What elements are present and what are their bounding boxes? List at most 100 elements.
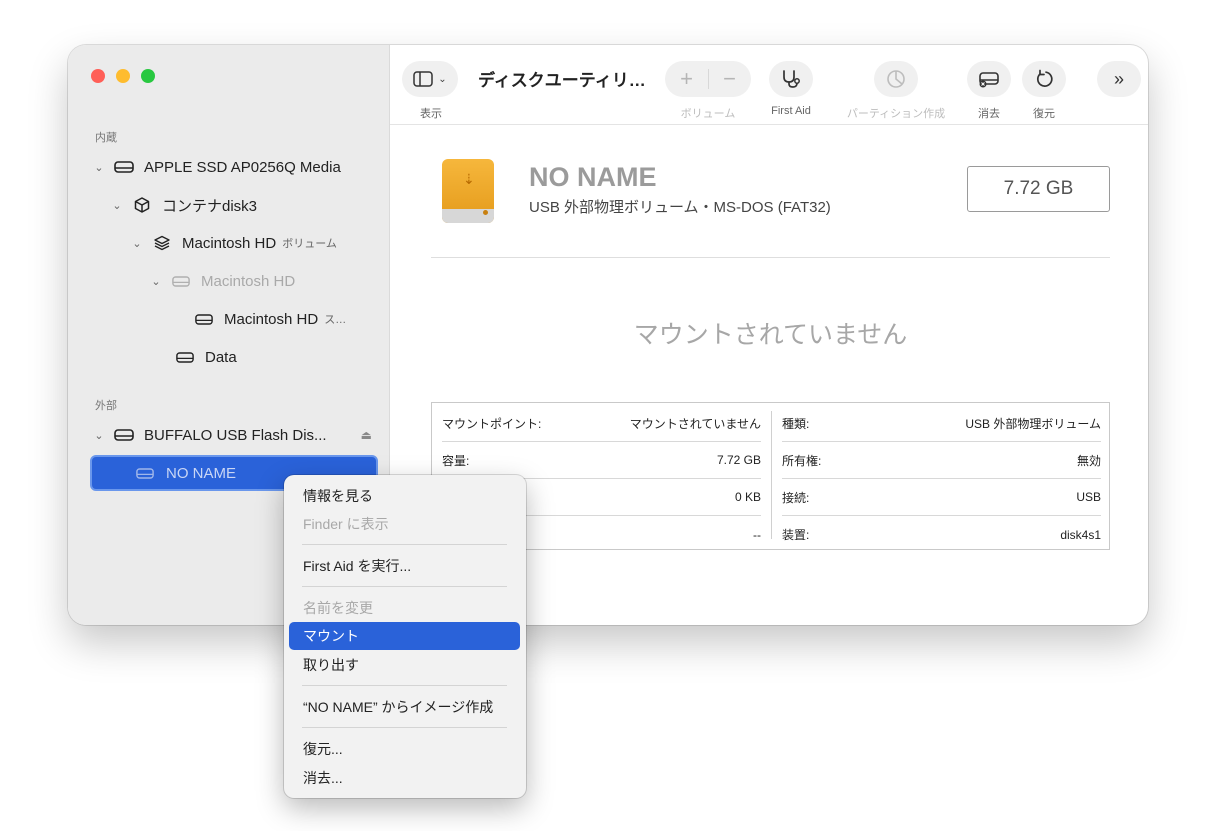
sidebar-view-button[interactable]: ⌄ [402, 61, 458, 97]
double-chevron-right-icon: » [1113, 68, 1124, 89]
usb-symbol-icon: ⇣ [463, 171, 475, 187]
info-value: 7.72 GB [716, 453, 761, 467]
hard-drive-icon [175, 349, 195, 365]
volume-name: NO NAME [529, 162, 657, 192]
chevron-down-icon[interactable]: ⌄ [92, 161, 106, 174]
menu-item-restore[interactable]: 復元... [289, 735, 520, 763]
erase-button[interactable] [967, 61, 1011, 97]
chevron-down-icon[interactable]: ⌄ [92, 429, 106, 442]
context-menu: 情報を見る Finder に表示 First Aid を実行... 名前を変更 … [284, 475, 526, 798]
info-key: 容量: [442, 453, 470, 468]
volume-stack-icon [152, 235, 172, 251]
info-key: 接続: [782, 490, 810, 505]
sidebar-item-apple-ssd[interactable]: ⌄ APPLE SSD AP0256Q Media [92, 150, 382, 184]
sidebar-item-buffalo[interactable]: ⌄ BUFFALO USB Flash Dis... ⏏ [92, 418, 382, 452]
first-aid-label: First Aid [771, 105, 811, 117]
info-key: マウントポイント: [442, 416, 542, 431]
info-value: 無効 [1076, 453, 1101, 468]
sidebar-item-label: APPLE SSD AP0256Q Media [144, 158, 341, 176]
toolbar: ⌄ 表示 ディスクユーティリ… + − ボリューム First Aid パーティ… [390, 45, 1148, 125]
close-window-button[interactable] [91, 69, 105, 83]
chevron-down-icon[interactable]: ⌄ [149, 275, 163, 288]
chevron-down-icon[interactable]: ⌄ [110, 199, 124, 212]
info-key: 所有権: [782, 453, 822, 468]
sidebar-item-macintosh-hd-volumes[interactable]: ⌄ Macintosh HD ボリューム [130, 226, 385, 260]
sidebar-item-data[interactable]: Data [175, 340, 375, 374]
menu-item-get-info[interactable]: 情報を見る [289, 482, 520, 510]
window-title: ディスクユーティリ… [478, 71, 646, 90]
hard-drive-icon [194, 311, 214, 327]
info-key: 装置: [782, 528, 810, 542]
first-aid-button[interactable] [769, 61, 813, 97]
menu-item-show-in-finder[interactable]: Finder に表示 [289, 510, 520, 538]
info-key: 種類: [782, 416, 810, 431]
volume-label: ボリューム [680, 108, 736, 120]
volume-button-group: + − [665, 61, 751, 97]
info-row: 種類: USB 外部物理ボリューム [782, 405, 1101, 442]
info-row: 接続: USB [782, 479, 1101, 516]
info-value: USB [1076, 490, 1101, 504]
info-value: USB 外部物理ボリューム [965, 416, 1101, 431]
volume-description: USB 外部物理ボリューム・MS-DOS (FAT32) [529, 199, 831, 216]
sidebar-item-macintosh-hd-sub[interactable]: Macintosh HD ス… [194, 302, 384, 336]
info-table: マウントポイント: マウントされていません 容量: 7.72 GB 0 KB -… [431, 402, 1110, 550]
zoom-window-button[interactable] [141, 69, 155, 83]
menu-separator [302, 586, 507, 587]
plus-icon[interactable]: + [666, 66, 708, 92]
info-value: -- [753, 527, 761, 542]
container-cube-icon [132, 197, 152, 213]
info-row: 装置: disk4s1 [782, 516, 1101, 553]
restore-button[interactable] [1022, 61, 1066, 97]
minimize-window-button[interactable] [116, 69, 130, 83]
info-value: 0 KB [734, 490, 761, 504]
menu-item-mount[interactable]: マウント [289, 622, 520, 650]
disk-utility-window: 内蔵 ⌄ APPLE SSD AP0256Q Media ⌄ コンテナdisk3… [68, 45, 1148, 625]
hard-drive-icon [114, 159, 134, 175]
sidebar-item-container[interactable]: ⌄ コンテナdisk3 [110, 188, 380, 222]
menu-item-create-image[interactable]: “NO NAME” からイメージ作成 [289, 693, 520, 721]
restore-arrow-icon [1036, 69, 1053, 87]
info-row: マウントポイント: マウントされていません [442, 405, 761, 442]
info-column-right: 種類: USB 外部物理ボリューム 所有権: 無効 接続: USB 装置: di… [772, 403, 1111, 551]
restore-label: 復元 [1033, 108, 1055, 120]
sidebar-toggle-icon [413, 71, 434, 87]
stethoscope-icon [783, 70, 800, 88]
sidebar-item-sublabel: ボリューム [282, 238, 337, 250]
more-toolbar-button[interactable]: » [1097, 61, 1141, 97]
menu-item-run-first-aid[interactable]: First Aid を実行... [289, 552, 520, 580]
partition-label: パーティション作成 [846, 108, 946, 120]
info-value: disk4s1 [1060, 527, 1101, 542]
sidebar-item-label: Macintosh HD [182, 234, 277, 252]
sidebar-item-label: NO NAME [166, 464, 237, 482]
menu-item-eject[interactable]: 取り出す [289, 651, 520, 679]
eject-icon[interactable]: ⏏ [361, 428, 372, 442]
minus-icon[interactable]: − [709, 66, 751, 92]
menu-separator [302, 685, 507, 686]
hard-drive-icon [136, 467, 156, 480]
hard-drive-icon [114, 427, 134, 443]
sidebar-item-macintosh-hd-snapshot[interactable]: ⌄ Macintosh HD [149, 264, 379, 298]
sidebar-item-label: コンテナdisk3 [162, 197, 258, 215]
sidebar-item-sublabel: ス… [324, 314, 347, 326]
sidebar-item-label: Data [205, 348, 237, 366]
menu-item-erase[interactable]: 消去... [289, 764, 520, 792]
volume-size-box: 7.72 GB [967, 166, 1110, 212]
chevron-down-icon[interactable]: ⌄ [130, 237, 144, 250]
pie-chart-icon [887, 70, 905, 88]
info-value: マウントされていません [629, 416, 761, 431]
erase-label: 消去 [978, 108, 1000, 120]
section-internal: 内蔵 [95, 132, 117, 144]
sidebar-item-label: BUFFALO USB Flash Dis... [144, 426, 327, 444]
view-label: 表示 [420, 108, 442, 120]
menu-item-rename[interactable]: 名前を変更 [289, 594, 520, 622]
menu-separator [302, 544, 507, 545]
mount-status: マウントされていません [633, 321, 908, 349]
partition-button[interactable] [874, 61, 918, 97]
menu-separator [302, 727, 507, 728]
usb-drive-icon: ⇣ [442, 159, 494, 223]
sidebar-item-label: Macintosh HD [201, 272, 296, 290]
divider [431, 257, 1110, 258]
erase-drive-icon [979, 72, 999, 88]
hard-drive-icon [171, 273, 191, 289]
info-row: 容量: 7.72 GB [442, 442, 761, 479]
